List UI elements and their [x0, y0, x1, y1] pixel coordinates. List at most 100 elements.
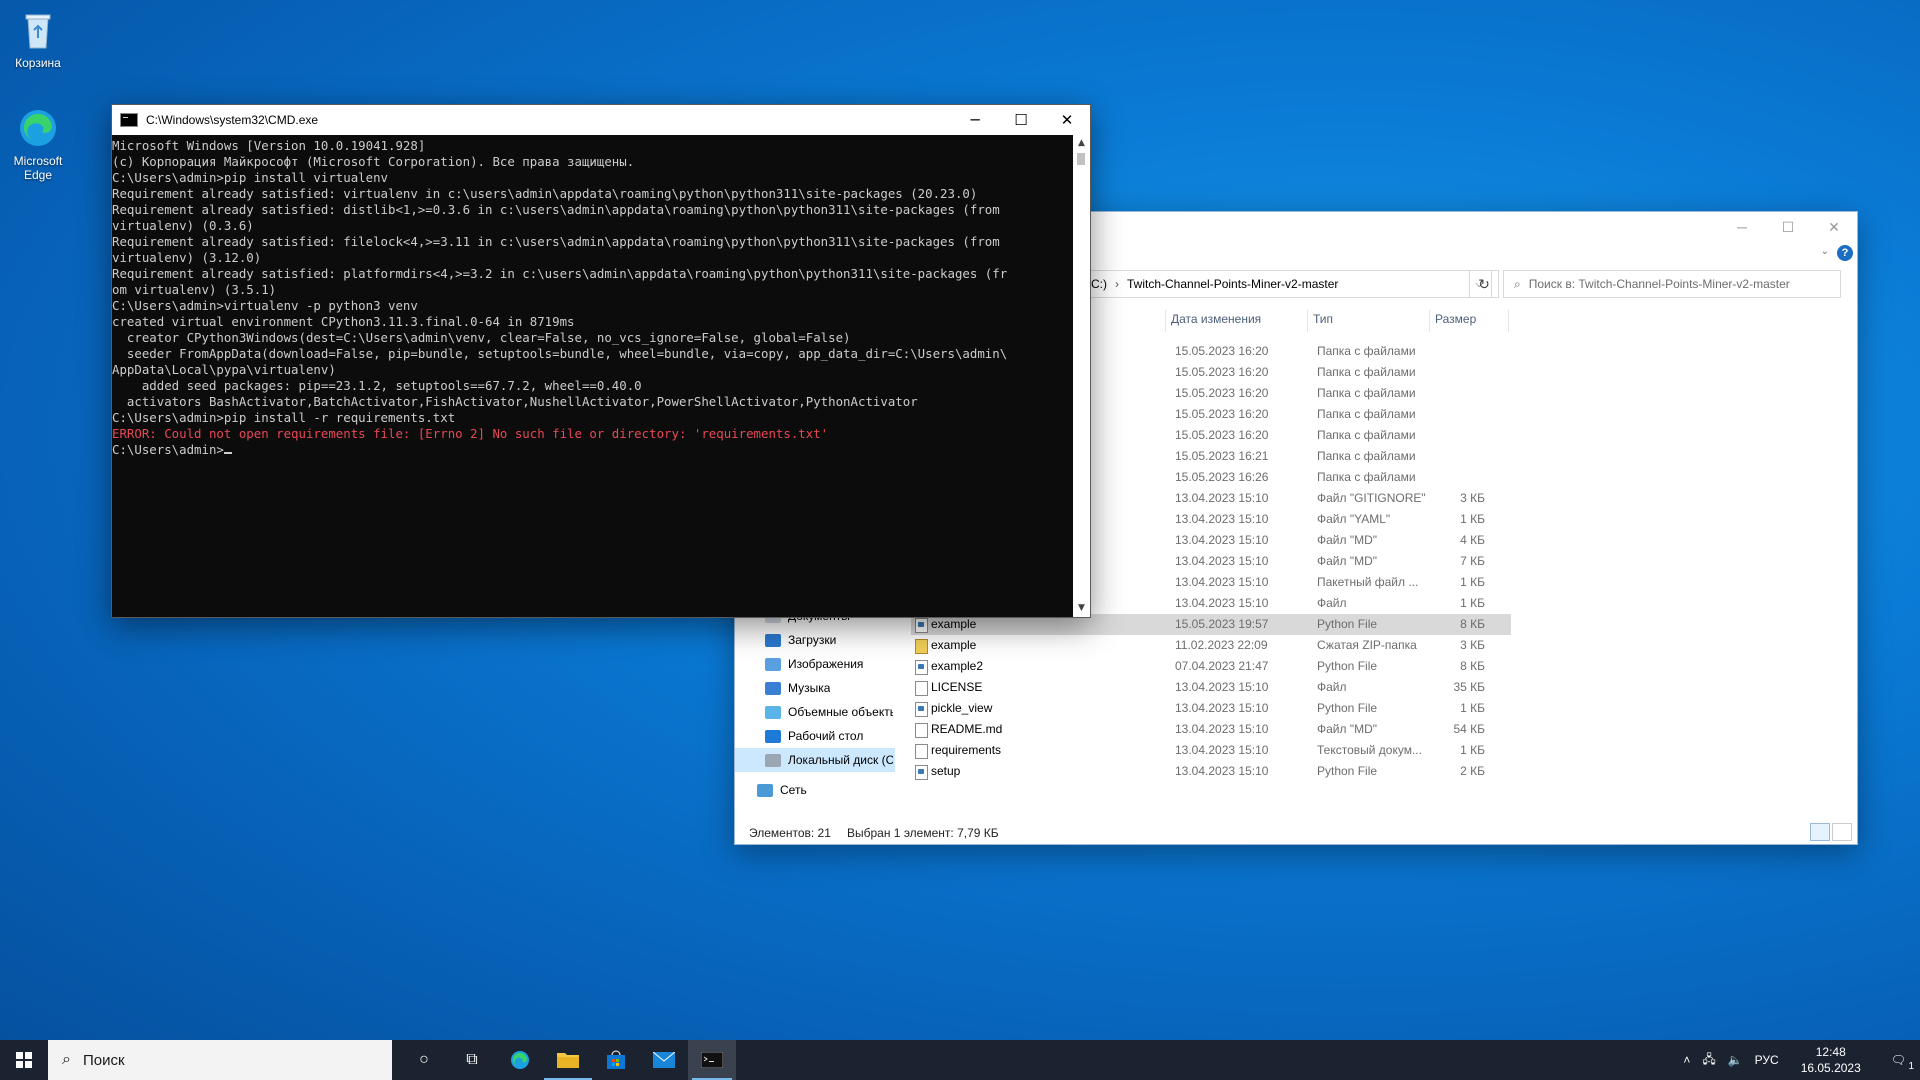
- file-type: Python File: [1317, 659, 1378, 673]
- file-type: Файл "MD": [1317, 533, 1378, 547]
- cmd-title-bar[interactable]: C:\Windows\system32\CMD.exe ─ ☐ ✕: [112, 105, 1090, 135]
- column-header-size[interactable]: Размер: [1435, 312, 1515, 332]
- file-type: Текстовый докум...: [1317, 743, 1422, 757]
- cortana-icon[interactable]: ○: [400, 1040, 448, 1080]
- cmd-taskbar-icon[interactable]: [688, 1040, 736, 1080]
- file-name: example: [931, 638, 977, 652]
- file-row[interactable]: setup 13.04.2023 15:10 Python File 2 КБ: [911, 761, 1511, 782]
- store-taskbar-icon[interactable]: [592, 1040, 640, 1080]
- file-size: 35 КБ: [1453, 680, 1485, 694]
- edge-icon: [16, 106, 60, 150]
- address-folder[interactable]: Twitch-Channel-Points-Miner-v2-master: [1127, 277, 1338, 291]
- file-row[interactable]: README.md 13.04.2023 15:10 Файл "MD" 54 КБ: [911, 719, 1511, 740]
- cmd-close-button[interactable]: ✕: [1044, 105, 1090, 135]
- terminal-error-line: ERROR: Could not open requirements file:…: [112, 426, 829, 441]
- close-button[interactable]: ✕: [1811, 212, 1857, 242]
- nav-item[interactable]: Рабочий стол: [765, 724, 863, 748]
- terminal-line: Requirement already satisfied: virtualen…: [112, 186, 978, 201]
- notification-center-icon[interactable]: 🗨 1: [1877, 1053, 1920, 1072]
- help-icon[interactable]: ?: [1837, 245, 1853, 261]
- file-type: Файл "YAML": [1317, 512, 1391, 526]
- terminal-line: virtualenv) (3.12.0): [112, 250, 262, 265]
- file-row[interactable]: example2 07.04.2023 21:47 Python File 8 КБ: [911, 656, 1511, 677]
- file-row[interactable]: requirements 13.04.2023 15:10 Текстовый до…: [911, 740, 1511, 761]
- file-date: 13.04.2023 15:10: [1175, 701, 1269, 715]
- file-date: 13.04.2023 15:10: [1175, 533, 1269, 547]
- file-name: setup: [931, 764, 961, 778]
- nav-item[interactable]: Сеть: [757, 778, 807, 802]
- file-size: 1 КБ: [1460, 512, 1485, 526]
- cmd-scrollbar[interactable]: ▲ ▼: [1073, 135, 1090, 617]
- desktop-icon-edge[interactable]: Microsoft Edge: [2, 106, 74, 182]
- large-icons-view-button[interactable]: [1832, 823, 1852, 841]
- file-size: 7 КБ: [1460, 554, 1485, 568]
- column-header-date[interactable]: Дата изменения: [1171, 312, 1311, 332]
- taskbar-search-box[interactable]: ⌕ Поиск: [48, 1040, 392, 1080]
- start-button[interactable]: [0, 1040, 48, 1080]
- file-row[interactable]: example 11.02.2023 22:09 Сжатая ZIP-папка 3…: [911, 635, 1511, 656]
- ribbon-expand-icon[interactable]: ⌄: [1821, 246, 1829, 257]
- terminal-line: activators BashActivator,BatchActivator,…: [112, 394, 918, 409]
- search-input[interactable]: ⌕ Поиск в: Twitch-Channel-Points-Miner-v…: [1503, 270, 1841, 298]
- column-header-type[interactable]: Тип: [1313, 312, 1423, 332]
- file-date: 15.05.2023 16:26: [1175, 470, 1269, 484]
- clock-date: 16.05.2023: [1800, 1061, 1861, 1075]
- network-icon: [757, 783, 773, 797]
- file-date: 15.05.2023 16:20: [1175, 428, 1269, 442]
- task-view-icon[interactable]: ⧉: [448, 1040, 496, 1080]
- terminal-line: Requirement already satisfied: distlib<1…: [112, 202, 1000, 217]
- terminal-line: virtualenv) (0.3.6): [112, 218, 254, 233]
- file-name: README.md: [931, 722, 1003, 736]
- minimize-button[interactable]: ─: [1719, 212, 1765, 242]
- cmd-window[interactable]: C:\Windows\system32\CMD.exe ─ ☐ ✕ Micros…: [111, 104, 1091, 618]
- file-date: 15.05.2023 16:20: [1175, 407, 1269, 421]
- file-type: Папка с файлами: [1317, 470, 1416, 484]
- file-type: Файл "GITIGNORE": [1317, 491, 1426, 505]
- file-size: 1 КБ: [1460, 575, 1485, 589]
- network-icon[interactable]: 🖧: [1696, 1050, 1721, 1071]
- file-icon: [915, 681, 928, 696]
- file-type: Пакетный файл ...: [1317, 575, 1419, 589]
- file-date: 15.05.2023 19:57: [1175, 617, 1269, 631]
- file-date: 13.04.2023 15:10: [1175, 575, 1269, 589]
- file-size: 3 КБ: [1460, 491, 1485, 505]
- file-type: Папка с файлами: [1317, 365, 1416, 379]
- scroll-down-arrow-icon[interactable]: ▼: [1073, 600, 1090, 617]
- file-date: 13.04.2023 15:10: [1175, 596, 1269, 610]
- desktop-icon-recycle-bin[interactable]: Корзина: [2, 8, 74, 70]
- mail-taskbar-icon[interactable]: [640, 1040, 688, 1080]
- volume-icon[interactable]: 🔈: [1722, 1053, 1749, 1067]
- text-cursor: [223, 452, 232, 454]
- cmd-maximize-button[interactable]: ☐: [998, 105, 1044, 135]
- maximize-button[interactable]: ☐: [1765, 212, 1811, 242]
- text-file-icon: [915, 744, 928, 759]
- clock[interactable]: 12:48 16.05.2023: [1785, 1044, 1877, 1076]
- terminal-line: om virtualenv) (3.5.1): [112, 282, 277, 297]
- file-row[interactable]: LICENSE 13.04.2023 15:10 Файл 35 КБ: [911, 677, 1511, 698]
- drive-icon: [765, 753, 781, 767]
- nav-item[interactable]: Музыка: [765, 676, 830, 700]
- nav-item[interactable]: Объемные объекты: [765, 700, 893, 724]
- terminal-line: C:\Users\admin>pip install -r requiremen…: [112, 410, 456, 425]
- file-explorer-taskbar-icon[interactable]: [544, 1040, 592, 1080]
- address-drive[interactable]: C:): [1091, 277, 1107, 291]
- cmd-minimize-button[interactable]: ─: [952, 105, 998, 135]
- file-type: Python File: [1317, 764, 1378, 778]
- terminal-output[interactable]: Microsoft Windows [Version 10.0.19041.92…: [112, 135, 1073, 617]
- scroll-thumb[interactable]: [1077, 153, 1085, 165]
- nav-item[interactable]: Изображения: [765, 652, 863, 676]
- chevron-up-icon[interactable]: ˄: [1677, 1053, 1696, 1067]
- file-row[interactable]: pickle_view 13.04.2023 15:10 Python File 1 …: [911, 698, 1511, 719]
- desktop-icon: [765, 729, 781, 743]
- details-view-button[interactable]: [1810, 823, 1830, 841]
- terminal-line: created virtual environment CPython3.11.…: [112, 314, 575, 329]
- refresh-button[interactable]: ↻: [1469, 270, 1499, 298]
- edge-taskbar-icon[interactable]: [496, 1040, 544, 1080]
- language-indicator[interactable]: РУС: [1749, 1053, 1785, 1067]
- terminal-prompt-line[interactable]: C:\Users\admin>: [112, 442, 1073, 458]
- notification-count: 1: [1908, 1061, 1914, 1072]
- nav-item[interactable]: Загрузки: [765, 628, 836, 652]
- file-name: example2: [931, 659, 984, 673]
- scroll-up-arrow-icon[interactable]: ▲: [1073, 135, 1090, 152]
- nav-item[interactable]: Локальный диск (C:): [735, 748, 895, 772]
